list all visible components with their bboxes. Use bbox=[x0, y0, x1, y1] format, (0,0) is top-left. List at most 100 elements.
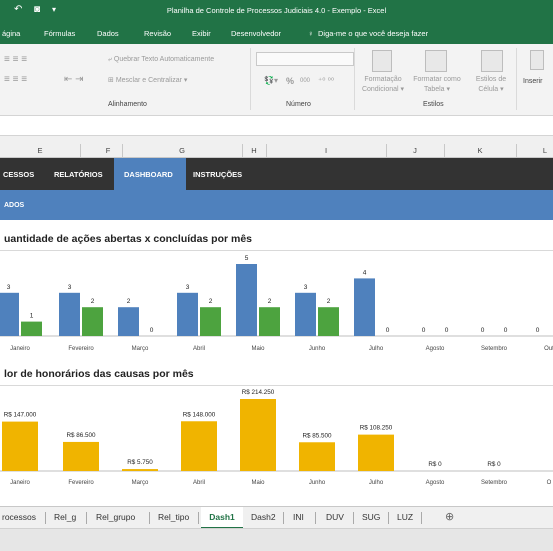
chart2-category-label: O bbox=[547, 480, 552, 486]
sheet-tab-dash1[interactable]: Dash1 bbox=[201, 507, 243, 529]
chart2-bar bbox=[63, 441, 99, 471]
thousands-button[interactable]: 000 bbox=[300, 78, 310, 84]
chart1-value-label: 2 bbox=[127, 298, 131, 305]
chart2-category-label: Fevereiro bbox=[68, 480, 94, 486]
chart1-bar bbox=[354, 278, 375, 336]
chart1-value-label: 0 bbox=[536, 327, 540, 334]
group-styles-label: Estilos bbox=[423, 101, 444, 108]
tab-divider bbox=[198, 512, 199, 524]
dashboard-subheader: ADOS bbox=[0, 190, 553, 220]
chart1-value-label: 3 bbox=[186, 284, 190, 291]
chart2-category-label: Agosto bbox=[426, 480, 445, 486]
decimal-icon[interactable]: ⁺⁰ ⁰⁰ bbox=[318, 76, 334, 85]
tab-divider bbox=[421, 512, 422, 524]
format-table-button[interactable]: Formatar como Tabela ▾ bbox=[410, 75, 464, 95]
chart1-bar bbox=[259, 307, 280, 336]
chart2-value-label: R$ 86.500 bbox=[66, 432, 96, 439]
tab-divider bbox=[315, 512, 316, 524]
sheet-tab-ini[interactable]: INI bbox=[293, 512, 304, 522]
sheet-tab-duv[interactable]: DUV bbox=[326, 512, 344, 522]
chart1-category-label: Julho bbox=[369, 346, 384, 352]
sheet-tabs: rocessos Rel_g Rel_grupo Rel_tipo Dash1 … bbox=[0, 506, 553, 529]
tell-me-box[interactable]: Diga-me o que você deseja fazer bbox=[318, 29, 428, 38]
chart2-rule bbox=[0, 385, 553, 386]
chart1-category-label: Fevereiro bbox=[68, 346, 94, 352]
formula-bar[interactable] bbox=[0, 116, 553, 136]
column-header-e[interactable]: E bbox=[0, 146, 80, 155]
chart2-value-label: R$ 5.750 bbox=[127, 459, 153, 466]
merge-center-button[interactable]: ⊞ Mesclar e Centralizar ▾ bbox=[108, 76, 187, 84]
column-header-i[interactable]: I bbox=[266, 146, 386, 155]
sheet-tab-rel-g[interactable]: Rel_g bbox=[54, 512, 76, 522]
cell-styles-button[interactable]: Estilos de Célula ▾ bbox=[466, 75, 516, 95]
spacer bbox=[0, 136, 553, 144]
align-top-icon[interactable]: ≡ ≡ ≡ bbox=[4, 54, 27, 66]
ribbon: ≡ ≡ ≡ ≡ ≡ ≡ ⇤ ⇥ ⤶ Quebrar Texto Automati… bbox=[0, 44, 553, 116]
chart2-bar bbox=[181, 421, 217, 471]
tab-review[interactable]: Revisão bbox=[144, 29, 171, 38]
dashboard-menu: CESSOS RELATÓRIOS DASHBOARD INSTRUÇÕES bbox=[0, 158, 553, 190]
chart2-value-label: R$ 85.500 bbox=[302, 432, 332, 439]
cell-styles-icon bbox=[481, 50, 503, 72]
chart2-category-label: Janeiro bbox=[10, 480, 30, 486]
chart1-category-label: Setembro bbox=[481, 346, 508, 352]
sheet-tab-sug[interactable]: SUG bbox=[362, 512, 380, 522]
column-header-k[interactable]: K bbox=[444, 146, 516, 155]
chart1-value-label: 2 bbox=[268, 298, 272, 305]
chart1-value-label: 3 bbox=[68, 284, 72, 291]
menu-item-instrucoes[interactable]: INSTRUÇÕES bbox=[193, 170, 242, 179]
chart2-bar bbox=[299, 442, 335, 471]
chart2-bar bbox=[358, 434, 394, 471]
sheet-tab-luz[interactable]: LUZ bbox=[397, 512, 413, 522]
tab-divider bbox=[353, 512, 354, 524]
chart1-value-label: 4 bbox=[363, 269, 367, 276]
wrap-text-button[interactable]: ⤶ Quebrar Texto Automaticamente bbox=[108, 56, 214, 64]
number-format-dropdown[interactable] bbox=[256, 52, 354, 66]
tab-data[interactable]: Dados bbox=[97, 29, 119, 38]
chart2-category-label: Junho bbox=[309, 480, 326, 486]
column-header-l[interactable]: L bbox=[516, 146, 553, 155]
group-number-label: Número bbox=[286, 101, 311, 108]
column-headers: E F G H I J K L bbox=[0, 144, 553, 158]
column-header-g[interactable]: G bbox=[122, 146, 242, 155]
indent-icon[interactable]: ⇤ ⇥ bbox=[64, 74, 84, 85]
chart2-value-label: R$ 147.000 bbox=[4, 412, 37, 419]
tab-page-layout[interactable]: ágina bbox=[2, 29, 20, 38]
sheet-tab-rel-grupo[interactable]: Rel_grupo bbox=[96, 512, 135, 522]
chart1-bar bbox=[295, 292, 316, 336]
sheet-tab-processos[interactable]: rocessos bbox=[2, 512, 36, 522]
chart1-bar bbox=[236, 264, 257, 336]
chart1-value-label: 2 bbox=[209, 298, 213, 305]
percent-button[interactable]: % bbox=[286, 76, 294, 86]
menu-item-dashboard[interactable]: DASHBOARD bbox=[124, 170, 173, 179]
menu-item-relatorios[interactable]: RELATÓRIOS bbox=[54, 170, 103, 179]
currency-icon[interactable]: 💱▾ bbox=[264, 76, 278, 85]
tab-divider bbox=[149, 512, 150, 524]
column-header-j[interactable]: J bbox=[386, 146, 444, 155]
chart1-value-label: 5 bbox=[245, 255, 249, 262]
column-header-h[interactable]: H bbox=[242, 146, 266, 155]
ribbon-divider bbox=[516, 48, 517, 110]
wrap-text-label: Quebrar Texto Automaticamente bbox=[113, 56, 215, 63]
align-left-icon[interactable]: ≡ ≡ ≡ bbox=[4, 74, 27, 86]
chart1-category-label: Out bbox=[544, 346, 553, 352]
chart1-category-label: Janeiro bbox=[10, 346, 30, 352]
chart2-category-label: Maio bbox=[251, 480, 265, 486]
chart1-rule bbox=[0, 250, 553, 251]
window-title: Planilha de Controle de Processos Judici… bbox=[166, 6, 387, 15]
chart1-category-label: Abril bbox=[193, 346, 205, 352]
chart1-bar bbox=[200, 307, 221, 336]
chart1-value-label: 0 bbox=[504, 327, 508, 334]
sheet-tab-dash2[interactable]: Dash2 bbox=[251, 512, 276, 522]
group-alignment-label: Alinhamento bbox=[108, 101, 147, 108]
menu-item-processos[interactable]: CESSOS bbox=[3, 170, 34, 179]
conditional-format-button[interactable]: Formatação Condicional ▾ bbox=[358, 75, 408, 95]
add-sheet-icon[interactable]: ⊕ bbox=[445, 510, 454, 523]
sheet-tab-rel-tipo[interactable]: Rel_tipo bbox=[158, 512, 189, 522]
chart1-value-label: 0 bbox=[422, 327, 426, 334]
tab-formulas[interactable]: Fórmulas bbox=[44, 29, 75, 38]
chart1-value-label: 0 bbox=[445, 327, 449, 334]
tab-view[interactable]: Exibir bbox=[192, 29, 211, 38]
tab-developer[interactable]: Desenvolvedor bbox=[231, 29, 281, 38]
insert-button[interactable]: Inserir bbox=[523, 78, 542, 85]
